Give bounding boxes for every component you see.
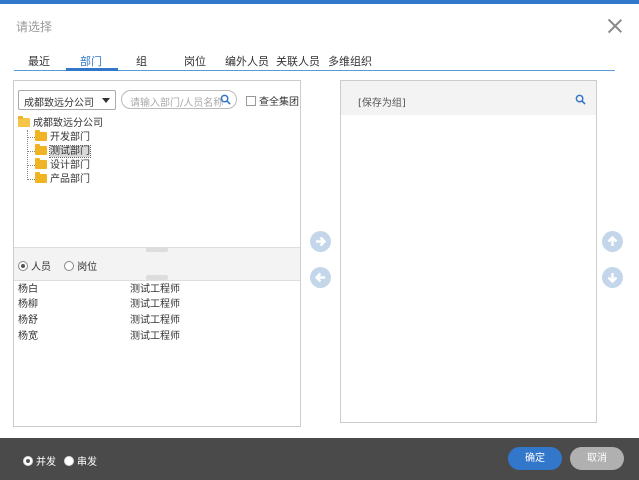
radio-parallel-label: 并发 <box>36 457 56 468</box>
arrow-down-icon[interactable] <box>602 267 623 288</box>
tab-group[interactable]: 组 <box>136 53 147 69</box>
company-select[interactable]: 成都致远分公司 <box>18 90 116 110</box>
tab-bar: 最近 部门 组 岗位 编外人员 关联人员 多维组织 <box>14 50 615 71</box>
check-all-group-checkbox[interactable]: 查全集团 <box>246 93 299 108</box>
search-icon[interactable] <box>220 94 231 105</box>
tab-multidimensional-org[interactable]: 多维组织 <box>328 53 372 69</box>
person-role: 测试工程师 <box>130 299 180 310</box>
list-item[interactable]: 杨柳 测试工程师 <box>18 298 298 312</box>
search-icon[interactable] <box>575 94 586 105</box>
radio-person[interactable] <box>18 261 28 271</box>
panel-splitter[interactable]: 人员 岗位 <box>14 247 300 281</box>
checkbox-icon <box>246 96 256 106</box>
radio-serial-label: 串发 <box>77 457 97 468</box>
company-select-value: 成都致远分公司 <box>24 98 94 109</box>
person-role: 测试工程师 <box>130 315 180 326</box>
folder-icon <box>35 130 47 141</box>
tree-node-test[interactable]: 测试部门 <box>35 144 91 158</box>
search-input[interactable]: 请输入部门/人员名称 <box>121 90 237 109</box>
arrow-up-icon[interactable] <box>602 231 623 252</box>
person-name: 杨舒 <box>18 315 38 326</box>
folder-open-icon <box>18 116 30 127</box>
arrow-right-icon[interactable] <box>310 231 331 252</box>
tree-connector <box>27 179 35 180</box>
person-role: 测试工程师 <box>130 331 180 342</box>
save-as-group-link[interactable]: [保存为组] <box>358 94 406 109</box>
radio-serial[interactable]: 串发 <box>64 453 97 468</box>
tab-department[interactable]: 部门 <box>80 53 102 69</box>
radio-post-label: 岗位 <box>77 262 98 273</box>
top-accent-bar <box>0 0 639 4</box>
tree-node-design[interactable]: 设计部门 <box>35 158 90 172</box>
person-role: 测试工程师 <box>130 284 180 295</box>
person-name: 杨宽 <box>18 331 38 342</box>
selected-panel-header: [保存为组] <box>341 81 596 115</box>
tab-external-staff[interactable]: 编外人员 <box>225 53 269 69</box>
selected-panel: [保存为组] <box>340 80 597 423</box>
search-placeholder: 请输入部门/人员名称 <box>130 98 224 109</box>
tree-connector <box>27 165 35 166</box>
cancel-button[interactable]: 取消 <box>570 447 624 470</box>
radio-person-label: 人员 <box>31 262 51 273</box>
tree-connector <box>27 151 35 152</box>
radio-icon <box>64 456 74 466</box>
tab-recent[interactable]: 最近 <box>28 53 50 69</box>
tab-post[interactable]: 岗位 <box>184 53 206 69</box>
dialog-title: 请选择 <box>16 20 53 34</box>
person-name: 杨白 <box>18 284 38 295</box>
list-item[interactable]: 杨舒 测试工程师 <box>18 314 298 328</box>
tree-node-dev[interactable]: 开发部门 <box>35 130 90 144</box>
splitter-handle-down[interactable] <box>146 275 168 280</box>
tree-connector <box>27 137 35 138</box>
radio-post[interactable] <box>64 261 75 271</box>
check-all-group-label: 查全集团 <box>259 97 299 108</box>
department-panel: 成都致远分公司 请输入部门/人员名称 查全集团 成都致远分公司 开发部门 测试部… <box>13 80 301 427</box>
radio-parallel[interactable]: 并发 <box>23 453 56 468</box>
tab-related-staff[interactable]: 关联人员 <box>276 53 320 69</box>
close-icon[interactable] <box>607 18 623 34</box>
ok-button[interactable]: 确定 <box>508 447 562 470</box>
splitter-handle-up[interactable] <box>146 247 168 252</box>
list-item[interactable]: 杨白 测试工程师 <box>18 283 298 297</box>
person-name: 杨柳 <box>18 299 38 310</box>
tree-root[interactable]: 成都致远分公司 <box>18 116 103 130</box>
list-item[interactable]: 杨宽 测试工程师 <box>18 330 298 344</box>
chevron-down-icon <box>102 98 110 103</box>
folder-icon <box>35 158 47 169</box>
radio-icon <box>23 456 33 466</box>
active-tab-indicator <box>66 68 118 71</box>
tree-node-product[interactable]: 产品部门 <box>35 172 90 186</box>
folder-icon <box>35 172 47 183</box>
folder-icon <box>35 144 47 155</box>
type-radio-group: 人员 岗位 <box>18 258 107 273</box>
dialog-footer: 并发 串发 确定 取消 <box>0 438 639 480</box>
arrow-left-icon[interactable] <box>310 267 331 288</box>
